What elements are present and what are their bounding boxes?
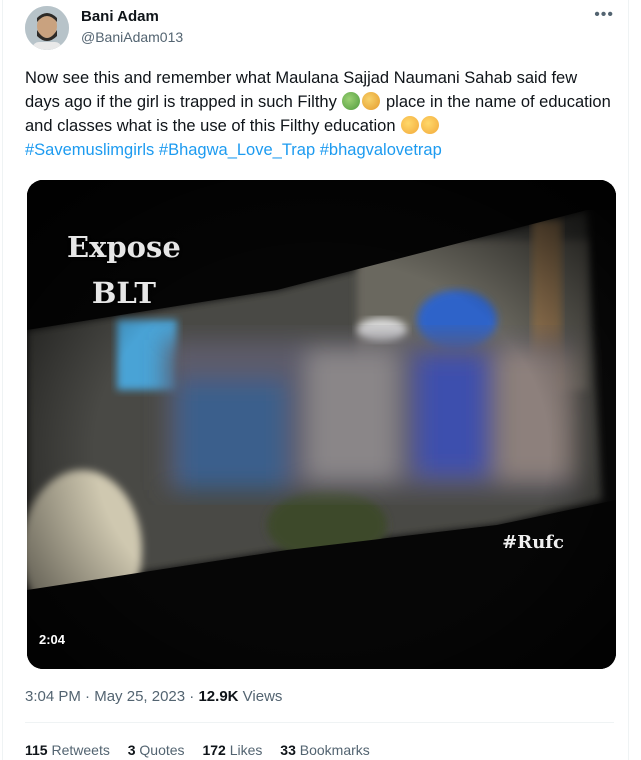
tweet-date[interactable]: May 25, 2023 — [94, 688, 185, 705]
author-handle[interactable]: @BaniAdam013 — [81, 29, 183, 45]
bookmarks-label: Bookmarks — [299, 742, 370, 758]
bookmarks-stat[interactable]: 33 Bookmarks — [280, 742, 370, 758]
retweets-stat[interactable]: 115 Retweets — [25, 742, 110, 758]
retweets-count: 115 — [25, 742, 48, 758]
quotes-count: 3 — [127, 742, 136, 758]
meta-separator: · — [85, 688, 95, 705]
likes-stat[interactable]: 172 Likes — [202, 742, 262, 758]
hashtag-link[interactable]: #bhagvalovetrap — [320, 141, 442, 159]
quotes-stat[interactable]: 3 Quotes — [128, 742, 185, 758]
vomiting-face-emoji-icon — [362, 92, 381, 110]
tweet-card: Bani Adam @BaniAdam013 ••• Now see this … — [2, 0, 629, 760]
tweet-meta: 3:04 PM · May 25, 2023 · 12.9K Views — [25, 688, 282, 705]
views-count: 12.9K — [198, 688, 239, 705]
pensive-face-emoji-icon — [401, 116, 420, 134]
views-label: Views — [242, 688, 283, 705]
video-overlay-tag: #Rufc — [502, 532, 564, 553]
video-player[interactable]: Expose BLT #Rufc 2:04 — [27, 180, 616, 669]
tweet-text: Now see this and remember what Maulana S… — [25, 66, 615, 162]
bookmarks-count: 33 — [280, 742, 296, 758]
quotes-label: Quotes — [139, 742, 185, 758]
more-horizontal-icon[interactable]: ••• — [594, 6, 614, 24]
video-overlay-title: Expose BLT — [67, 224, 181, 316]
retweets-label: Retweets — [51, 742, 110, 758]
nauseated-green-face-emoji-icon — [342, 92, 361, 110]
tweet-time[interactable]: 3:04 PM — [25, 688, 81, 705]
pensive-face-emoji-icon — [421, 116, 440, 134]
overlay-line-1: Expose — [67, 230, 181, 264]
avatar-image — [25, 6, 69, 50]
author-name[interactable]: Bani Adam — [81, 8, 159, 25]
tweet-stats: 115 Retweets 3 Quotes 172 Likes 33 Bookm… — [25, 742, 384, 758]
hashtag-link[interactable]: #Bhagwa_Love_Trap — [159, 141, 315, 159]
avatar[interactable] — [25, 6, 69, 50]
video-duration: 2:04 — [39, 632, 66, 647]
overlay-line-2: BLT — [91, 276, 156, 310]
hashtag-link[interactable]: #Savemuslimgirls — [25, 141, 154, 159]
divider — [25, 722, 614, 723]
likes-count: 172 — [202, 742, 226, 758]
likes-label: Likes — [229, 742, 263, 758]
